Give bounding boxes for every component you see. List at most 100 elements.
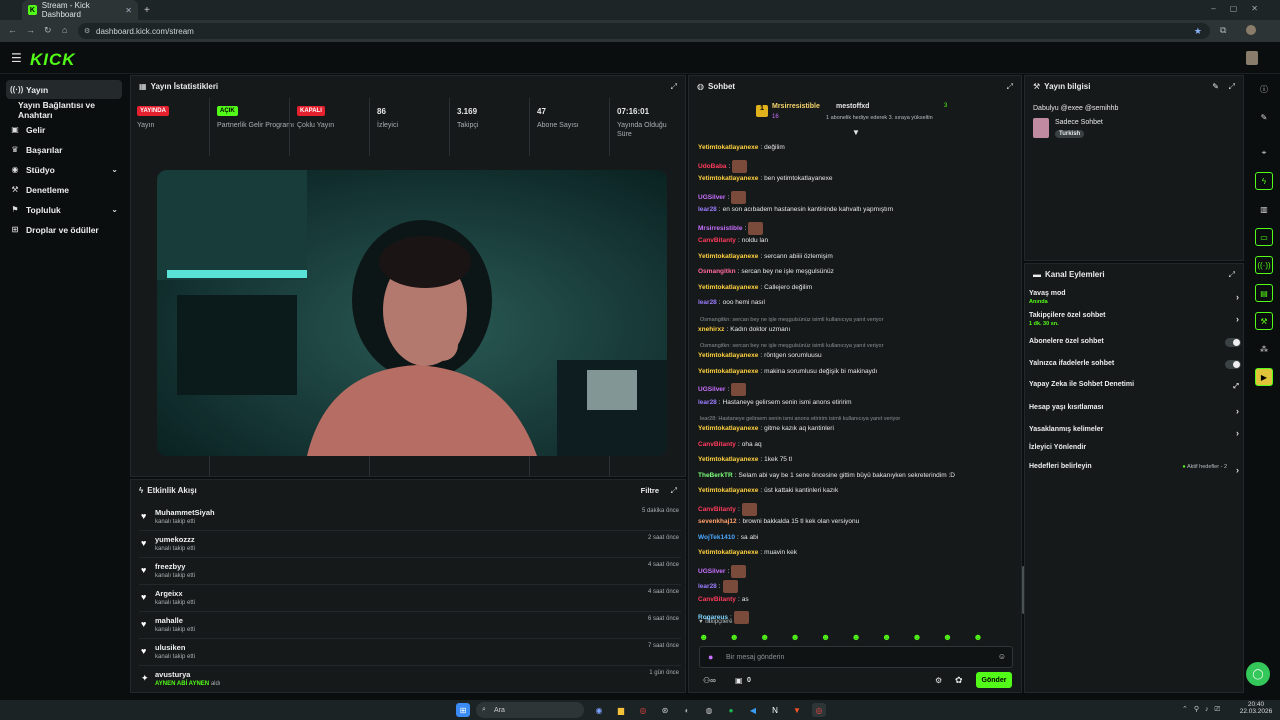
- close-tab-icon[interactable]: ✕: [125, 6, 132, 15]
- share-icon[interactable]: ⁂: [1255, 340, 1273, 358]
- chat-username[interactable]: lear28: [698, 583, 717, 590]
- sidebar-item-studyo[interactable]: ◉ Stüdyo ⌄: [6, 160, 122, 179]
- sidebar-item-stream-key[interactable]: Yayın Bağlantısı ve Anahtarı: [6, 100, 122, 120]
- bolt-icon[interactable]: ϟ: [1255, 172, 1273, 190]
- discord-icon[interactable]: ◉: [592, 703, 606, 717]
- toggle-switch[interactable]: [1225, 360, 1241, 369]
- chat-username[interactable]: CanvBitanty: [698, 237, 736, 244]
- wrench-icon[interactable]: ⚒: [1255, 312, 1273, 330]
- expand-icon[interactable]: ⤢: [671, 82, 677, 92]
- chat-username[interactable]: Yetimtokatlayanexe: [698, 368, 758, 375]
- clapper-icon[interactable]: ▶: [1255, 368, 1273, 386]
- send-button[interactable]: Gönder: [976, 672, 1012, 688]
- file-explorer-icon[interactable]: ▆: [614, 703, 628, 717]
- expand-icon[interactable]: ⤢: [1007, 82, 1013, 92]
- chat-username[interactable]: lear28: [698, 299, 717, 306]
- vscode-icon[interactable]: ◀: [746, 703, 760, 717]
- reload-icon[interactable]: ↻: [44, 25, 52, 36]
- support-chat-icon[interactable]: ◯: [1246, 662, 1270, 686]
- trash-icon[interactable]: ▥: [1255, 200, 1273, 218]
- spotify-icon[interactable]: ●: [724, 703, 738, 717]
- chrome-active-icon[interactable]: ◎: [812, 703, 826, 717]
- action-account-age[interactable]: Hesap yaşı kısıtlaması ›: [1029, 404, 1243, 416]
- extensions-icon[interactable]: ⧉: [1220, 25, 1226, 36]
- chat-username[interactable]: UGSilver: [698, 386, 725, 393]
- tag-badge[interactable]: Turkish: [1055, 130, 1085, 138]
- kick-logo[interactable]: KICK: [30, 50, 76, 70]
- gift-icon[interactable]: ▣: [735, 676, 743, 685]
- chat-username[interactable]: xnehirxz: [698, 326, 724, 333]
- app-icon[interactable]: ◐: [680, 703, 694, 717]
- chat-username[interactable]: Yetimtokatlayanexe: [698, 549, 758, 556]
- profile-avatar[interactable]: [1246, 25, 1256, 35]
- sidebar-item-gelir[interactable]: ▣ Gelir: [6, 120, 122, 139]
- emote-bar[interactable]: ☻☻☻☻☻☻☻☻☻☻: [699, 632, 1009, 646]
- chat-username[interactable]: Osmangitkn: [698, 268, 736, 275]
- browser-tab[interactable]: K Stream - Kick Dashboard ✕: [22, 0, 138, 20]
- chat-username[interactable]: CanvBitanty: [698, 441, 736, 448]
- chat-username[interactable]: UGSilver: [698, 194, 725, 201]
- bookmark-star-icon[interactable]: ★: [1194, 26, 1202, 37]
- chat-input[interactable]: ● Bir mesaj gönderin ☺: [699, 646, 1013, 668]
- points-icon[interactable]: ⚇∞: [703, 676, 716, 685]
- action-followers-only[interactable]: Takipçilere özel sohbet 1 dk. 30 sn. ›: [1029, 312, 1243, 327]
- sidebar-item-basarilar[interactable]: ♛ Başarılar: [6, 140, 122, 159]
- chat-username[interactable]: sevenkhaj12: [698, 518, 737, 525]
- action-banned-words[interactable]: Yasaklanmış kelimeler ›: [1029, 426, 1243, 438]
- action-slow-mode[interactable]: Yavaş mod Anında ›: [1029, 290, 1243, 305]
- new-tab-icon[interactable]: +: [144, 5, 150, 16]
- emoji-icon[interactable]: ☺: [998, 652, 1006, 661]
- chat-username[interactable]: Yetimtokatlayanexe: [698, 487, 758, 494]
- collapse-arrow-icon[interactable]: ▼: [852, 128, 860, 137]
- brave-icon[interactable]: ▼: [790, 703, 804, 717]
- forward-icon[interactable]: →: [26, 25, 35, 35]
- menu-icon[interactable]: ☰: [11, 51, 22, 65]
- sidebar-item-topluluk[interactable]: ⚑ Topluluk ⌄: [6, 200, 122, 219]
- clock[interactable]: 20:40 22.03.2026: [1238, 701, 1274, 715]
- toggle-switch[interactable]: [1225, 338, 1241, 347]
- chat-username[interactable]: Yetimtokatlayanexe: [698, 425, 758, 432]
- crosshair-icon[interactable]: ⌖: [1255, 144, 1273, 162]
- home-icon[interactable]: ⌂: [62, 25, 67, 35]
- chat-username[interactable]: Yetimtokatlayanexe: [698, 284, 758, 291]
- pencil-icon[interactable]: ✎: [1255, 108, 1273, 126]
- system-tray-icons[interactable]: ⌃⚲♪⎚: [1182, 705, 1226, 714]
- action-emotes-only[interactable]: Yalnızca ifadelerle sohbet: [1029, 360, 1243, 369]
- taskbar-search[interactable]: ⌕ Ara: [476, 702, 584, 718]
- chat-username[interactable]: UGSilver: [698, 568, 725, 575]
- chat-username[interactable]: Yetimtokatlayanexe: [698, 253, 758, 260]
- action-goals[interactable]: Hedefleri belirleyin ● Aktif hedefler - 2…: [1029, 463, 1243, 475]
- chat-username[interactable]: Yetimtokatlayanexe: [698, 144, 758, 151]
- chat-username[interactable]: lear28: [698, 206, 717, 213]
- broadcast-icon[interactable]: ((·)): [1255, 256, 1273, 274]
- url-input[interactable]: ⚙ dashboard.kick.com/stream ★: [78, 23, 1210, 39]
- chat-username[interactable]: lear28: [698, 399, 717, 406]
- settings-icon[interactable]: ⚙: [935, 676, 942, 685]
- chrome-icon[interactable]: ◎: [636, 703, 650, 717]
- info-icon[interactable]: ⓘ: [1255, 80, 1273, 98]
- chat-username[interactable]: CanvBitanty: [698, 596, 736, 603]
- chat-username[interactable]: CanvBitanty: [698, 506, 736, 513]
- layout-icon[interactable]: ▤: [1255, 284, 1273, 302]
- window-controls[interactable]: –▢✕: [1211, 4, 1272, 13]
- chat-username[interactable]: UdoBaba: [698, 163, 727, 170]
- puzzle-icon[interactable]: ✿: [955, 675, 963, 686]
- action-raid[interactable]: İzleyici Yönlendir: [1029, 444, 1243, 451]
- action-ai-moderation[interactable]: Yapay Zeka ile Sohbet Denetimi ⤢: [1029, 381, 1243, 390]
- chat-username[interactable]: TheBerkTR: [698, 472, 733, 479]
- sidebar-item-droplar[interactable]: ⊞ Droplar ve ödüller: [6, 220, 122, 239]
- chat-username[interactable]: WojTek1410: [698, 534, 735, 541]
- sidebar-item-denetleme[interactable]: ⚒ Denetleme: [6, 180, 122, 199]
- notion-icon[interactable]: N: [768, 703, 782, 717]
- chat-username[interactable]: Yetimtokatlayanexe: [698, 175, 758, 182]
- chat-username[interactable]: Mrsirresistible: [698, 225, 742, 232]
- user-avatar[interactable]: [1246, 51, 1258, 65]
- sidebar-item-yayin[interactable]: ((·)) Yayın: [6, 80, 122, 99]
- steam-icon[interactable]: ⊛: [658, 703, 672, 717]
- stream-preview-video[interactable]: [157, 170, 667, 456]
- chat-username[interactable]: Yetimtokatlayanexe: [698, 456, 758, 463]
- expand-icon[interactable]: ⤢: [1229, 270, 1235, 280]
- back-icon[interactable]: ←: [8, 25, 17, 35]
- filter-button[interactable]: Filtre: [641, 486, 659, 495]
- expand-icon[interactable]: ⤢: [1229, 82, 1235, 92]
